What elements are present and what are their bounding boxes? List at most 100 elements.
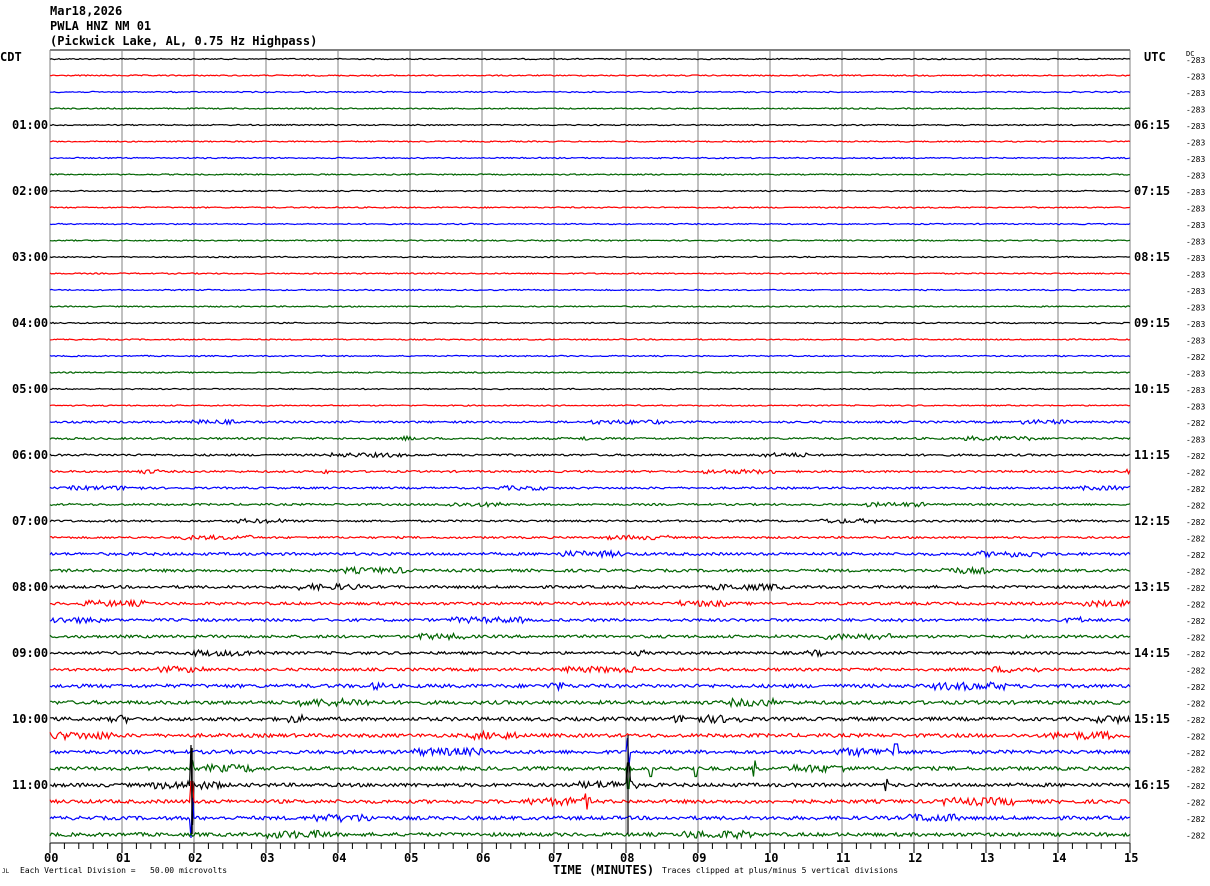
left-hour-label: 10:00 <box>12 712 48 726</box>
dc-offset-label: -283 <box>1186 188 1205 197</box>
seismic-trace <box>49 338 1131 341</box>
corner-mark: JL <box>2 868 10 875</box>
right-hour-label: 09:15 <box>1134 316 1170 330</box>
dc-offset-label: -283 <box>1186 139 1205 148</box>
x-axis-title: TIME (MINUTES) <box>553 863 654 877</box>
dc-offset-label: -282 <box>1186 683 1205 692</box>
x-tick-label: 11 <box>836 851 850 865</box>
seismic-trace <box>49 222 1131 226</box>
seismic-trace <box>49 371 1131 374</box>
seismic-trace <box>49 418 1131 426</box>
left-hour-label: 03:00 <box>12 250 48 264</box>
x-tick-label: 12 <box>908 851 922 865</box>
dc-offset-label: -283 <box>1186 106 1205 115</box>
x-tick-label: 01 <box>116 851 130 865</box>
seismic-trace <box>49 239 1131 242</box>
seismic-trace <box>49 189 1131 193</box>
seismic-trace <box>49 533 1131 542</box>
left-hour-label: 04:00 <box>12 316 48 330</box>
right-hour-label: 11:15 <box>1134 448 1170 462</box>
seismic-trace <box>49 305 1131 308</box>
right-hour-label: 06:15 <box>1134 118 1170 132</box>
helicorder-plot: 00 01 02 03 04 05 06 07 08 09 10 11 12 13 14 15-283-283… <box>0 49 1205 877</box>
dc-offset-label: -283 <box>1186 73 1205 82</box>
dc-offset-label: -282 <box>1186 700 1205 709</box>
x-tick-label: 05 <box>404 851 418 865</box>
right-hour-label: 10:15 <box>1134 382 1170 396</box>
seismic-trace <box>49 404 1131 407</box>
dc-offset-label: -283 <box>1186 304 1205 313</box>
x-tick-label: 10 <box>764 851 778 865</box>
seismic-trace <box>49 354 1131 358</box>
seismic-trace <box>49 451 1131 459</box>
x-tick-label: 15 <box>1124 851 1138 865</box>
dc-offset-label: -282 <box>1186 667 1205 676</box>
dc-offset-label: -282 <box>1186 716 1205 725</box>
dc-offset-label: -282 <box>1186 601 1205 610</box>
dc-offset-label: -283 <box>1186 172 1205 181</box>
x-tick-label: 13 <box>980 851 994 865</box>
left-hour-label: 08:00 <box>12 580 48 594</box>
dc-offset-label: -282 <box>1186 551 1205 560</box>
dc-offset-label: -283 <box>1186 386 1205 395</box>
seismic-trace <box>50 90 1131 94</box>
dc-offset-label: -282 <box>1186 568 1205 577</box>
dc-offset-label: -282 <box>1186 452 1205 461</box>
seismic-trace <box>49 737 1131 767</box>
right-hour-label: 12:15 <box>1134 514 1170 528</box>
left-hour-label: 06:00 <box>12 448 48 462</box>
dc-offset-label: -282 <box>1186 419 1205 428</box>
dc-offset-label: -283 <box>1186 89 1205 98</box>
left-hour-label: 07:00 <box>12 514 48 528</box>
seismic-trace <box>49 712 1131 726</box>
dc-offset-label: -282 <box>1186 584 1205 593</box>
dc-offset-label: -283 <box>1186 337 1205 346</box>
seismic-trace <box>49 107 1131 110</box>
dc-offset-label: -282 <box>1186 353 1205 362</box>
seismic-trace <box>49 500 1131 509</box>
seismic-trace <box>49 744 1131 826</box>
seismic-trace <box>49 582 1130 593</box>
right-hour-label: 16:15 <box>1134 778 1170 792</box>
dc-offset-label: -282 <box>1186 782 1205 791</box>
x-tick-label: 00 <box>44 851 58 865</box>
seismic-trace <box>49 288 1131 292</box>
x-tick-label: 09 <box>692 851 706 865</box>
right-hour-label: 07:15 <box>1134 184 1170 198</box>
dc-offset-label: -283 <box>1186 436 1205 445</box>
dc-offset-label: -283 <box>1186 155 1205 164</box>
x-tick-label: 02 <box>188 851 202 865</box>
right-hour-label: 15:15 <box>1134 712 1170 726</box>
seismic-trace <box>49 729 1131 742</box>
dc-offset-label: -283 <box>1186 221 1205 230</box>
seismic-trace <box>49 434 1131 442</box>
seismic-trace <box>50 696 1131 709</box>
x-tick-label: 14 <box>1052 851 1066 865</box>
seismic-trace <box>49 797 1131 839</box>
dc-offset-label: -282 <box>1186 634 1205 643</box>
left-hour-label: 02:00 <box>12 184 48 198</box>
right-hour-label: 08:15 <box>1134 250 1170 264</box>
seismic-trace <box>49 517 1131 525</box>
dc-offset-label: -283 <box>1186 238 1205 247</box>
dc-offset-label: -283 <box>1186 403 1205 412</box>
seismic-trace <box>49 829 1131 841</box>
scale-note: Each Vertical Division = 50.00 microvolt… <box>20 866 228 875</box>
dc-offset-label: -283 <box>1186 122 1205 131</box>
seismic-trace <box>49 631 1131 642</box>
seismic-trace <box>49 387 1131 391</box>
x-tick-label: 06 <box>476 851 490 865</box>
x-tick-label: 03 <box>260 851 274 865</box>
left-hour-label: 05:00 <box>12 382 48 396</box>
dc-offset-label: -282 <box>1186 502 1205 511</box>
seismic-trace <box>49 681 1131 693</box>
dc-offset-label: -283 <box>1186 320 1205 329</box>
seismic-trace <box>49 321 1131 325</box>
dc-offset-label: -283 <box>1186 287 1205 296</box>
dc-offset-label: -282 <box>1186 617 1205 626</box>
seismic-trace <box>49 173 1130 176</box>
seismic-trace <box>49 74 1131 77</box>
left-hour-label: 01:00 <box>12 118 48 132</box>
dc-offset-label: -283 <box>1186 370 1205 379</box>
seismic-trace <box>49 140 1131 143</box>
